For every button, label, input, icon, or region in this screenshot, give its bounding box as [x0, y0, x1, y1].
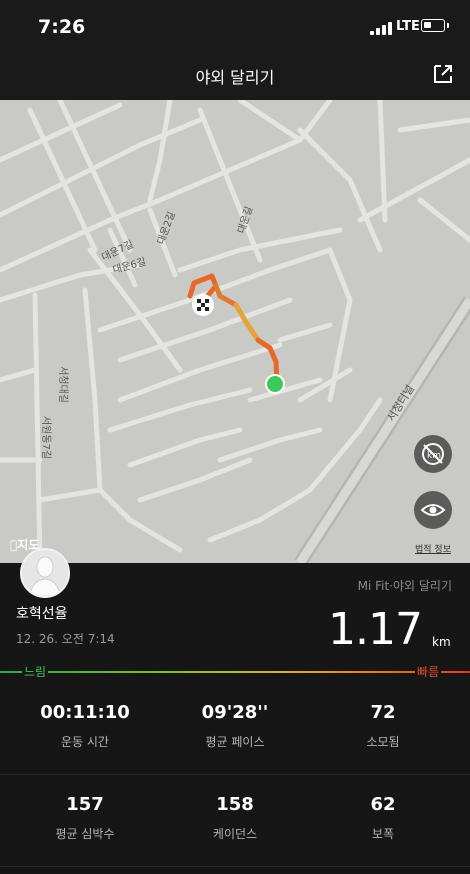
km-toggle-icon: km	[422, 443, 444, 465]
stat-value: 72	[370, 702, 396, 723]
pace-fast-label: 빠름	[415, 665, 442, 679]
distance-value: 1.17	[328, 604, 423, 655]
battery-icon	[421, 19, 445, 32]
nav-bar: 야외 달리기	[0, 56, 470, 100]
stat-label: 보폭	[371, 827, 395, 841]
stat-label: 평균 페이스	[205, 735, 265, 749]
stat-avg-heart-rate: 157 평균 심박수	[10, 794, 160, 842]
network-type: LTE	[396, 19, 420, 34]
map-streets	[0, 100, 470, 563]
stat-value: 00:11:10	[40, 702, 130, 723]
stat-label: 소모됨	[366, 735, 400, 749]
stat-calories: 72 소모됨	[308, 702, 458, 750]
stat-stride: 62 보폭	[308, 794, 458, 842]
pace-slow-label: 느림	[22, 665, 49, 679]
road-label: 서원동7길	[40, 415, 52, 460]
status-bar: 7:26 LTE	[0, 0, 470, 56]
workout-source: Mi Fit·야외 달리기	[357, 579, 452, 593]
clock: 7:26	[38, 16, 86, 38]
view-toggle-button[interactable]	[414, 491, 452, 529]
stat-label: 운동 시간	[61, 735, 109, 749]
cellular-signal-icon	[370, 22, 392, 35]
user-silhouette-icon	[29, 556, 61, 596]
eye-icon	[420, 504, 446, 516]
avatar	[20, 548, 70, 598]
user-name: 호혁선율	[16, 606, 68, 622]
stat-label: 평균 심박수	[55, 827, 115, 841]
divider	[0, 866, 470, 867]
divider	[0, 774, 470, 775]
stat-label: 케이던스	[212, 827, 258, 841]
pace-gradient	[0, 671, 470, 673]
pace-scale: 느림 빠름	[0, 665, 470, 679]
stat-duration: 00:11:10 운동 시간	[10, 702, 160, 750]
share-icon[interactable]	[431, 62, 455, 86]
stat-avg-pace: 09'28'' 평균 페이스	[160, 702, 310, 750]
km-toggle-button[interactable]: km	[414, 435, 452, 473]
battery-tip	[447, 23, 449, 28]
stat-value: 157	[66, 794, 104, 815]
stat-value: 09'28''	[201, 702, 269, 723]
road-label: 서청대길	[56, 366, 68, 403]
stat-value: 158	[216, 794, 254, 815]
route-map[interactable]: 대운2길 대운7길 대운6길 대운길 서청터널 서청대길 서원동7길 km	[0, 100, 470, 563]
legal-link[interactable]: 법적 정보	[415, 542, 451, 555]
stat-cadence: 158 케이던스	[160, 794, 310, 842]
distance-unit: km	[432, 635, 451, 649]
workout-datetime: 12. 26. 오전 7:14	[16, 632, 115, 646]
stat-value: 62	[370, 794, 396, 815]
page-title: 야외 달리기	[195, 68, 275, 87]
